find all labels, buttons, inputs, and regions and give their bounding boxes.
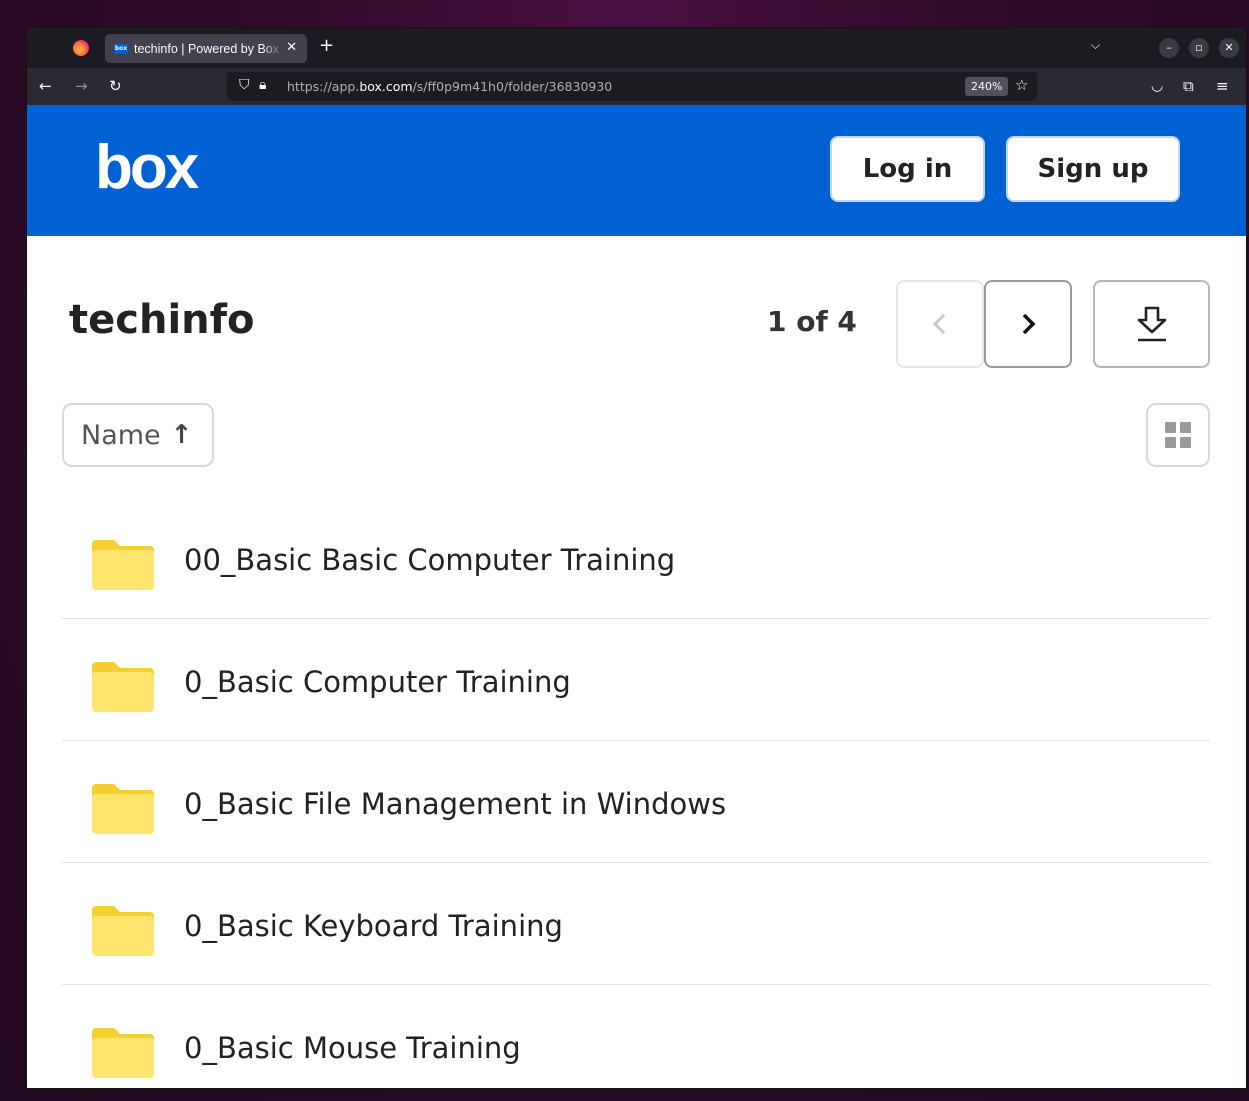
sort-label: Name: [81, 419, 161, 451]
folder-name[interactable]: 0_Basic Mouse Training: [184, 1031, 521, 1065]
signup-button[interactable]: Sign up: [1006, 136, 1180, 202]
pocket-icon[interactable]: ◡: [1151, 77, 1163, 95]
folder-name[interactable]: 0_Basic File Management in Windows: [184, 787, 726, 821]
maximize-button[interactable]: ▫: [1189, 38, 1209, 58]
browser-window: box techinfo | Powered by Box ✕ + ⌵ – ▫ …: [27, 28, 1246, 1088]
folder-name[interactable]: 0_Basic Keyboard Training: [184, 909, 563, 943]
bookmark-star-icon[interactable]: ☆: [1015, 76, 1028, 94]
firefox-logo-icon: [73, 40, 89, 56]
folder-icon: [92, 784, 154, 834]
folder-name[interactable]: 0_Basic Computer Training: [184, 665, 571, 699]
list-all-tabs-icon[interactable]: ⌵: [1091, 38, 1100, 53]
box-favicon-icon: box: [114, 43, 128, 54]
list-item[interactable]: 0_Basic Keyboard Training: [62, 863, 1210, 985]
hamburger-menu-icon[interactable]: ≡: [1216, 77, 1229, 95]
navigation-bar: ← → ↻ ⛉ 🔒︎ https://app.box.com/s/ff0p9m4…: [27, 68, 1246, 105]
new-tab-button[interactable]: +: [319, 36, 334, 56]
list-item[interactable]: 0_Basic Mouse Training: [62, 985, 1210, 1088]
folder-list: 00_Basic Basic Computer Training 0_Basic…: [62, 497, 1210, 1088]
list-item[interactable]: 00_Basic Basic Computer Training: [62, 497, 1210, 619]
arrow-up-icon: ↑: [170, 420, 193, 450]
folder-icon: [92, 662, 154, 712]
address-bar[interactable]: ⛉ 🔒︎ https://app.box.com/s/ff0p9m41h0/fo…: [227, 72, 1037, 101]
login-button[interactable]: Log in: [830, 136, 985, 202]
close-window-button[interactable]: ✕: [1219, 38, 1239, 58]
url-text[interactable]: https://app.box.com/s/ff0p9m41h0/folder/…: [287, 79, 612, 94]
extensions-icon[interactable]: ⧉: [1183, 77, 1194, 95]
list-item[interactable]: 0_Basic File Management in Windows: [62, 741, 1210, 863]
url-prefix: https://app.: [287, 79, 360, 94]
tab-title: techinfo | Powered by Box: [134, 41, 279, 56]
folder-title: techinfo: [69, 297, 255, 343]
back-arrow-icon[interactable]: ←: [39, 77, 52, 95]
tab-close-icon[interactable]: ✕: [286, 40, 297, 55]
tab-bar: box techinfo | Powered by Box ✕ + ⌵ – ▫ …: [27, 28, 1246, 68]
folder-name[interactable]: 00_Basic Basic Computer Training: [184, 543, 675, 577]
next-page-button[interactable]: [984, 280, 1072, 368]
url-domain: box.com: [359, 79, 413, 94]
list-item[interactable]: 0_Basic Computer Training: [62, 619, 1210, 741]
minimize-button[interactable]: –: [1159, 38, 1179, 58]
lock-icon[interactable]: 🔒︎: [259, 77, 266, 93]
tracking-shield-icon[interactable]: ⛉: [239, 77, 250, 93]
pagination-indicator: 1 of 4: [767, 305, 857, 338]
download-icon: [1137, 306, 1166, 342]
site-header: box Log in Sign up: [27, 105, 1246, 236]
active-tab[interactable]: box techinfo | Powered by Box ✕: [105, 34, 307, 63]
previous-page-button[interactable]: [896, 280, 984, 368]
zoom-level-badge[interactable]: 240%: [965, 77, 1009, 96]
sort-by-name-button[interactable]: Name ↑: [62, 403, 214, 467]
chevron-left-icon: [932, 313, 946, 335]
url-path: /s/ff0p9m41h0/folder/36830930: [412, 79, 613, 94]
grid-view-button[interactable]: [1146, 403, 1210, 467]
folder-icon: [92, 540, 154, 590]
forward-arrow-icon[interactable]: →: [75, 77, 88, 95]
reload-icon[interactable]: ↻: [109, 77, 122, 95]
grid-view-icon: [1165, 422, 1192, 449]
download-button[interactable]: [1093, 280, 1210, 368]
folder-icon: [92, 1028, 154, 1078]
chevron-right-icon: [1022, 313, 1036, 335]
page-content: box Log in Sign up techinfo 1 of 4 Name …: [27, 105, 1246, 1088]
box-logo[interactable]: box: [95, 133, 199, 203]
folder-icon: [92, 906, 154, 956]
